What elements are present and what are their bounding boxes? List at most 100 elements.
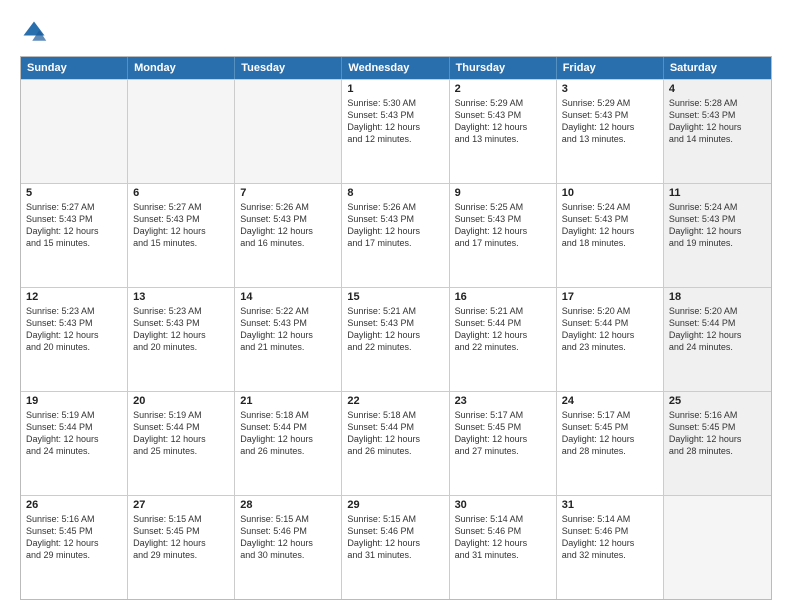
cell-text: Sunrise: 5:19 AM Sunset: 5:44 PM Dayligh… (26, 409, 122, 458)
cal-cell: 21 Sunrise: 5:18 AM Sunset: 5:44 PM Dayli… (235, 392, 342, 495)
day-number: 28 (240, 499, 336, 511)
day-number: 27 (133, 499, 229, 511)
day-number: 21 (240, 395, 336, 407)
cal-cell: 19 Sunrise: 5:19 AM Sunset: 5:44 PM Dayli… (21, 392, 128, 495)
day-number: 16 (455, 291, 551, 303)
cal-cell: 28 Sunrise: 5:15 AM Sunset: 5:46 PM Dayli… (235, 496, 342, 599)
cal-cell: 16 Sunrise: 5:21 AM Sunset: 5:44 PM Dayli… (450, 288, 557, 391)
cell-text: Sunrise: 5:14 AM Sunset: 5:46 PM Dayligh… (562, 513, 658, 562)
cell-text: Sunrise: 5:14 AM Sunset: 5:46 PM Dayligh… (455, 513, 551, 562)
cell-text: Sunrise: 5:17 AM Sunset: 5:45 PM Dayligh… (455, 409, 551, 458)
day-number: 30 (455, 499, 551, 511)
logo-icon (20, 18, 48, 46)
day-number: 4 (669, 83, 766, 95)
col-header-friday: Friday (557, 57, 664, 79)
cal-cell: 20 Sunrise: 5:19 AM Sunset: 5:44 PM Dayli… (128, 392, 235, 495)
page: SundayMondayTuesdayWednesdayThursdayFrid… (0, 0, 792, 612)
cell-text: Sunrise: 5:15 AM Sunset: 5:46 PM Dayligh… (347, 513, 443, 562)
cal-cell: 30 Sunrise: 5:14 AM Sunset: 5:46 PM Dayli… (450, 496, 557, 599)
cell-text: Sunrise: 5:18 AM Sunset: 5:44 PM Dayligh… (240, 409, 336, 458)
calendar-header-row: SundayMondayTuesdayWednesdayThursdayFrid… (21, 57, 771, 79)
cell-text: Sunrise: 5:29 AM Sunset: 5:43 PM Dayligh… (455, 97, 551, 146)
logo (20, 18, 52, 46)
day-number: 9 (455, 187, 551, 199)
cal-cell: 25 Sunrise: 5:16 AM Sunset: 5:45 PM Dayli… (664, 392, 771, 495)
day-number: 25 (669, 395, 766, 407)
day-number: 10 (562, 187, 658, 199)
col-header-tuesday: Tuesday (235, 57, 342, 79)
cell-text: Sunrise: 5:24 AM Sunset: 5:43 PM Dayligh… (562, 201, 658, 250)
week-row-3: 12 Sunrise: 5:23 AM Sunset: 5:43 PM Dayli… (21, 287, 771, 391)
day-number: 13 (133, 291, 229, 303)
day-number: 2 (455, 83, 551, 95)
cal-cell: 5 Sunrise: 5:27 AM Sunset: 5:43 PM Daylig… (21, 184, 128, 287)
cell-text: Sunrise: 5:23 AM Sunset: 5:43 PM Dayligh… (26, 305, 122, 354)
cal-cell (664, 496, 771, 599)
cal-cell: 8 Sunrise: 5:26 AM Sunset: 5:43 PM Daylig… (342, 184, 449, 287)
cell-text: Sunrise: 5:16 AM Sunset: 5:45 PM Dayligh… (669, 409, 766, 458)
day-number: 3 (562, 83, 658, 95)
cell-text: Sunrise: 5:20 AM Sunset: 5:44 PM Dayligh… (562, 305, 658, 354)
day-number: 19 (26, 395, 122, 407)
cell-text: Sunrise: 5:17 AM Sunset: 5:45 PM Dayligh… (562, 409, 658, 458)
day-number: 1 (347, 83, 443, 95)
cell-text: Sunrise: 5:20 AM Sunset: 5:44 PM Dayligh… (669, 305, 766, 354)
cell-text: Sunrise: 5:16 AM Sunset: 5:45 PM Dayligh… (26, 513, 122, 562)
day-number: 15 (347, 291, 443, 303)
cell-text: Sunrise: 5:15 AM Sunset: 5:46 PM Dayligh… (240, 513, 336, 562)
col-header-wednesday: Wednesday (342, 57, 449, 79)
week-row-4: 19 Sunrise: 5:19 AM Sunset: 5:44 PM Dayli… (21, 391, 771, 495)
day-number: 7 (240, 187, 336, 199)
cal-cell: 26Sunrise: 5:16 AM Sunset: 5:45 PM Dayli… (21, 496, 128, 599)
cal-cell: 7Sunrise: 5:26 AM Sunset: 5:43 PM Daylig… (235, 184, 342, 287)
cell-text: Sunrise: 5:27 AM Sunset: 5:43 PM Dayligh… (26, 201, 122, 250)
cell-text: Sunrise: 5:18 AM Sunset: 5:44 PM Dayligh… (347, 409, 443, 458)
day-number: 14 (240, 291, 336, 303)
cal-cell: 18Sunrise: 5:20 AM Sunset: 5:44 PM Dayli… (664, 288, 771, 391)
cal-cell: 17 Sunrise: 5:20 AM Sunset: 5:44 PM Dayli… (557, 288, 664, 391)
cal-cell: 22 Sunrise: 5:18 AM Sunset: 5:44 PM Dayli… (342, 392, 449, 495)
header (20, 18, 772, 46)
day-number: 6 (133, 187, 229, 199)
cal-cell: 1 Sunrise: 5:30 AM Sunset: 5:43 PM Daylig… (342, 80, 449, 183)
cal-cell (235, 80, 342, 183)
cal-cell: 9Sunrise: 5:25 AM Sunset: 5:43 PM Daylig… (450, 184, 557, 287)
cal-cell: 6 Sunrise: 5:27 AM Sunset: 5:43 PM Daylig… (128, 184, 235, 287)
cal-cell: 12 Sunrise: 5:23 AM Sunset: 5:43 PM Dayli… (21, 288, 128, 391)
week-row-2: 5 Sunrise: 5:27 AM Sunset: 5:43 PM Daylig… (21, 183, 771, 287)
col-header-saturday: Saturday (664, 57, 771, 79)
day-number: 5 (26, 187, 122, 199)
week-row-1: 1 Sunrise: 5:30 AM Sunset: 5:43 PM Daylig… (21, 79, 771, 183)
cal-cell: 11 Sunrise: 5:24 AM Sunset: 5:43 PM Dayli… (664, 184, 771, 287)
day-number: 8 (347, 187, 443, 199)
cell-text: Sunrise: 5:29 AM Sunset: 5:43 PM Dayligh… (562, 97, 658, 146)
day-number: 20 (133, 395, 229, 407)
day-number: 23 (455, 395, 551, 407)
cell-text: Sunrise: 5:21 AM Sunset: 5:44 PM Dayligh… (455, 305, 551, 354)
day-number: 12 (26, 291, 122, 303)
cal-cell (128, 80, 235, 183)
cal-cell: 3 Sunrise: 5:29 AM Sunset: 5:43 PM Daylig… (557, 80, 664, 183)
cell-text: Sunrise: 5:30 AM Sunset: 5:43 PM Dayligh… (347, 97, 443, 146)
cell-text: Sunrise: 5:26 AM Sunset: 5:43 PM Dayligh… (347, 201, 443, 250)
cal-cell: 10 Sunrise: 5:24 AM Sunset: 5:43 PM Dayli… (557, 184, 664, 287)
cell-text: Sunrise: 5:19 AM Sunset: 5:44 PM Dayligh… (133, 409, 229, 458)
day-number: 17 (562, 291, 658, 303)
cal-cell: 31 Sunrise: 5:14 AM Sunset: 5:46 PM Dayli… (557, 496, 664, 599)
col-header-sunday: Sunday (21, 57, 128, 79)
calendar: SundayMondayTuesdayWednesdayThursdayFrid… (20, 56, 772, 600)
cal-cell: 4Sunrise: 5:28 AM Sunset: 5:43 PM Daylig… (664, 80, 771, 183)
cell-text: Sunrise: 5:22 AM Sunset: 5:43 PM Dayligh… (240, 305, 336, 354)
cell-text: Sunrise: 5:27 AM Sunset: 5:43 PM Dayligh… (133, 201, 229, 250)
cal-cell: 14 Sunrise: 5:22 AM Sunset: 5:43 PM Dayli… (235, 288, 342, 391)
cell-text: Sunrise: 5:15 AM Sunset: 5:45 PM Dayligh… (133, 513, 229, 562)
day-number: 31 (562, 499, 658, 511)
col-header-monday: Monday (128, 57, 235, 79)
cell-text: Sunrise: 5:24 AM Sunset: 5:43 PM Dayligh… (669, 201, 766, 250)
cal-cell (21, 80, 128, 183)
day-number: 11 (669, 187, 766, 199)
day-number: 22 (347, 395, 443, 407)
cal-cell: 13Sunrise: 5:23 AM Sunset: 5:43 PM Dayli… (128, 288, 235, 391)
day-number: 29 (347, 499, 443, 511)
col-header-thursday: Thursday (450, 57, 557, 79)
